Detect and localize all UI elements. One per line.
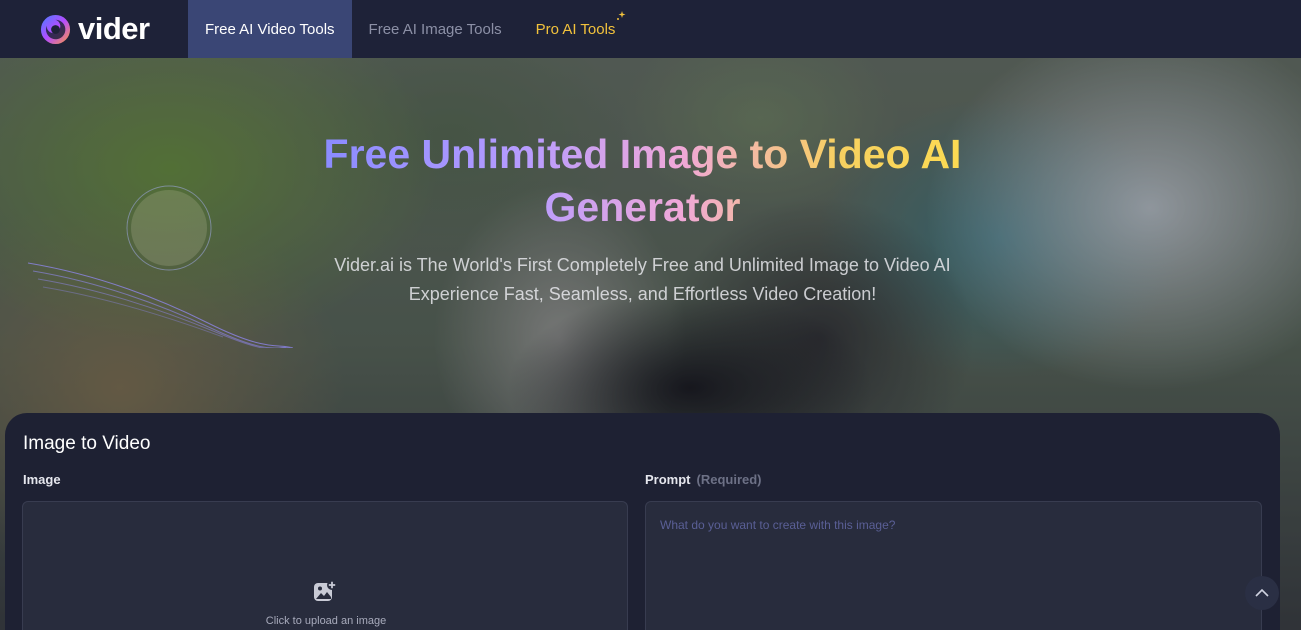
chevron-up-icon [1255, 588, 1269, 597]
prompt-input[interactable] [645, 501, 1262, 630]
upload-hint: Click to upload an image [265, 615, 387, 627]
prompt-label-text: Prompt [645, 472, 691, 487]
decorative-wave-lines-icon [28, 262, 293, 348]
nav-item-label: Free AI Image Tools [368, 20, 502, 38]
sparkle-icon [617, 11, 626, 20]
brand-name: vider [78, 11, 150, 46]
logo[interactable]: vider [0, 0, 188, 58]
prompt-label: Prompt (Required) [645, 472, 762, 487]
hero-title: Free Unlimited Image to Video AI Generat… [250, 128, 1035, 234]
scroll-to-top-button[interactable] [1245, 576, 1279, 610]
image-to-video-panel: Image to Video Image Click to upload an … [5, 413, 1280, 630]
nav-free-ai-video-tools[interactable]: Free AI Video Tools [188, 0, 352, 58]
nav-item-label: Pro AI Tools [535, 20, 616, 38]
image-upload-dropzone[interactable]: Click to upload an image [22, 501, 628, 630]
image-label-text: Image [23, 472, 61, 487]
image-add-icon [314, 580, 337, 601]
vider-logo-icon [40, 14, 71, 44]
nav-free-ai-image-tools[interactable]: Free AI Image Tools [352, 0, 519, 58]
top-nav: vider Free AI Video Tools Free AI Image … [0, 0, 1301, 58]
panel-title: Image to Video [23, 433, 151, 454]
hero-subtitle: Vider.ai is The World's First Completely… [334, 255, 951, 304]
image-label: Image [23, 472, 61, 487]
required-tag: (Required) [696, 472, 762, 487]
nav-item-label: Free AI Video Tools [205, 20, 335, 38]
nav-pro-ai-tools[interactable]: Pro AI Tools [519, 0, 633, 58]
